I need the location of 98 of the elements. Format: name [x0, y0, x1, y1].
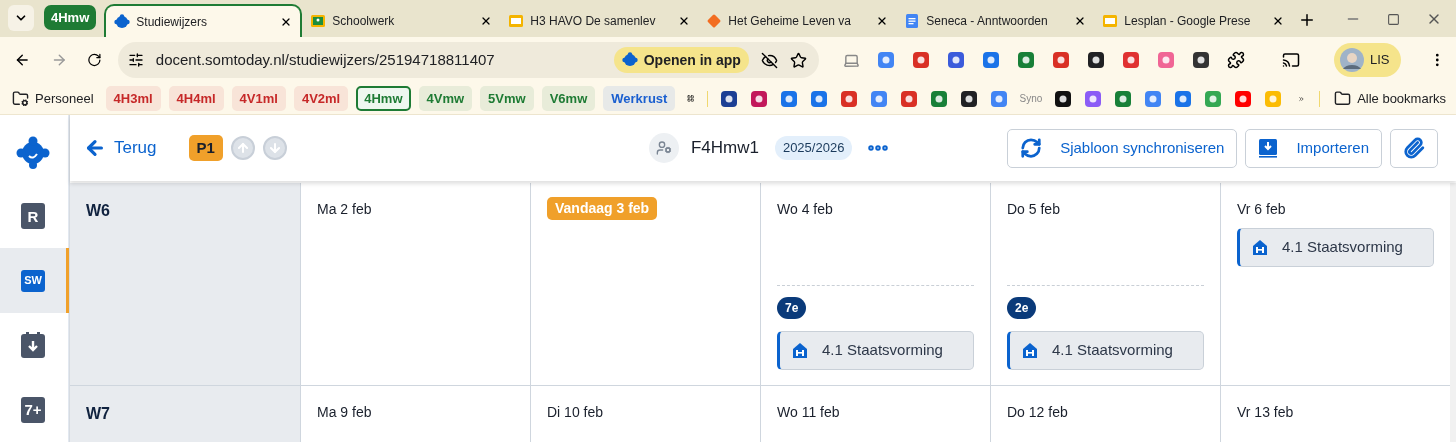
sidebar-item[interactable]: 7+ [0, 377, 69, 442]
house-icon [1022, 342, 1038, 359]
arrow-down-icon [267, 141, 282, 155]
reload-icon[interactable] [87, 52, 102, 68]
bookmark-folder[interactable]: Personeel [12, 88, 98, 109]
browser-tab[interactable]: Schoolwerk [302, 4, 501, 37]
house-icon [792, 342, 808, 359]
arrow-left-icon [84, 137, 106, 159]
all-bookmarks-folder[interactable]: Alle bookmarks [1334, 88, 1446, 109]
classroom-icon [310, 12, 327, 29]
year-badge: 2025/2026 [774, 136, 853, 160]
open-in-app-button[interactable]: Openen in app [613, 47, 749, 73]
docs-icon [904, 12, 921, 29]
bookmark-icon[interactable] [719, 89, 738, 108]
day-label: Do 5 feb [1007, 200, 1061, 219]
puzzle-logo-icon [16, 134, 50, 169]
sync-button[interactable]: Sjabloon synchroniseren [1007, 128, 1238, 168]
day-label: Di 10 feb [547, 403, 605, 422]
lesson-title: 4.1 Staatsvorming [1282, 237, 1403, 258]
eye-off-icon[interactable] [760, 51, 778, 69]
lesson-hour-badge: 2e [1007, 297, 1037, 319]
bookmark-chip[interactable]: 4Vmw [418, 85, 473, 112]
slides-icon [508, 12, 525, 29]
bookmark-chip[interactable]: 5Vmw [480, 85, 534, 112]
browser-tab[interactable]: H3 HAVO De samenlev [500, 4, 699, 37]
browser-tab[interactable]: Het Geheime Leven va [698, 4, 897, 37]
day-label: Vr 6 feb [1237, 200, 1287, 219]
bookmark-chip[interactable]: 4V1ml [231, 85, 286, 112]
sidebar-item[interactable]: R [0, 183, 69, 249]
day-label: Ma 9 feb [317, 403, 373, 422]
puzzle-logo-icon [621, 52, 638, 68]
bookmark-icon[interactable] [959, 89, 978, 108]
tab-group-chip[interactable]: 4Hmw [44, 4, 97, 30]
lesson-title: 4.1 Staatsvorming [1052, 340, 1173, 361]
attach-button[interactable] [1390, 128, 1438, 168]
period-badge: P1 [188, 134, 223, 162]
bookmark-chip[interactable]: 4H3ml [105, 85, 161, 112]
lesson-card[interactable]: 4.1 Staatsvorming [1237, 228, 1434, 267]
star-icon[interactable] [789, 51, 807, 69]
bookmark-chip[interactable]: 4V2ml [293, 85, 349, 112]
maximize-icon[interactable] [1387, 12, 1400, 26]
extension-icon[interactable] [1086, 51, 1105, 69]
cast-icon[interactable] [1281, 51, 1300, 69]
lesson-title: 4.1 Staatsvorming [822, 340, 943, 361]
bookmark-icon[interactable] [1054, 89, 1073, 108]
grade-icon: 7+ [21, 396, 45, 423]
browser-tab[interactable]: Seneca - Anntwoorden [896, 4, 1095, 37]
today-badge: Vandaag 3 feb [547, 197, 658, 220]
import-icon [1258, 138, 1279, 158]
avatar-icon [1339, 48, 1364, 72]
tab-title: Lesplan - Google Prese [1124, 12, 1252, 30]
extension-icon[interactable] [1191, 51, 1210, 69]
browser-tab[interactable]: Lesplan - Google Prese [1094, 4, 1293, 37]
puzzle-logo-icon [114, 13, 131, 30]
paperclip-icon [1403, 137, 1425, 159]
day-label: Wo 11 feb [777, 403, 841, 422]
group-icon [655, 140, 672, 156]
tab-title: Schoolwerk [332, 12, 396, 30]
group-name: F4Hmw1 [690, 137, 759, 160]
day-label: Ma 2 feb [317, 200, 373, 219]
sidebar-item[interactable]: SW [0, 248, 69, 313]
import-button[interactable]: Importeren [1245, 128, 1382, 168]
browser-tab[interactable]: Studiewijzers [104, 4, 303, 37]
calendar-icon: R [21, 203, 45, 230]
slides-icon [1102, 12, 1119, 29]
tab-title: Seneca - Anntwoorden [926, 12, 1049, 30]
day-label: Wo 4 feb [777, 200, 834, 219]
lesson-card[interactable]: 4.1 Staatsvorming [1007, 331, 1204, 370]
bookmark-chip[interactable]: 4Hmw [356, 85, 411, 112]
address-bar[interactable]: docent.somtoday.nl/studiewijzers/25194718811407 Openen in app [117, 42, 819, 78]
back-link[interactable]: Terug [84, 135, 157, 161]
bookmark-label[interactable]: Syno [1019, 91, 1043, 106]
profile-button[interactable]: LIS [1333, 43, 1402, 77]
tab-title: Studiewijzers [136, 13, 208, 31]
bookmark-chip[interactable]: V6mw [541, 85, 596, 112]
week-label: W6 [86, 202, 110, 219]
extensions-icon[interactable] [1226, 51, 1245, 69]
day-label: Vr 13 feb [1237, 403, 1295, 422]
folder-icon [12, 90, 29, 107]
studiewijzer-icon: SW [21, 269, 45, 292]
tab-list-button[interactable] [8, 5, 34, 31]
sync-icon [1020, 137, 1043, 159]
url-text: docent.somtoday.nl/studiewijzers/25194718811407 [155, 49, 496, 70]
house-icon [1252, 239, 1268, 256]
calendar-download-icon [21, 332, 45, 359]
week-label: W7 [86, 405, 110, 422]
back-icon[interactable] [14, 51, 31, 69]
lesson-hour-badge: 7e [777, 297, 807, 319]
tab-title: Het Geheime Leven va [728, 12, 853, 30]
bookmark-chip[interactable]: Werkrust [603, 85, 676, 112]
tab-title: H3 HAVO De samenlev [530, 12, 657, 30]
lesson-card[interactable]: 4.1 Staatsvorming [777, 331, 974, 370]
arrow-up-icon [235, 141, 250, 155]
bookmark-chip[interactable]: 4H4ml [168, 85, 224, 112]
folder-icon [1334, 90, 1352, 107]
site-settings-icon[interactable] [127, 52, 144, 68]
day-label: Do 12 feb [1007, 403, 1069, 422]
profile-initials: LIS [1369, 51, 1390, 70]
